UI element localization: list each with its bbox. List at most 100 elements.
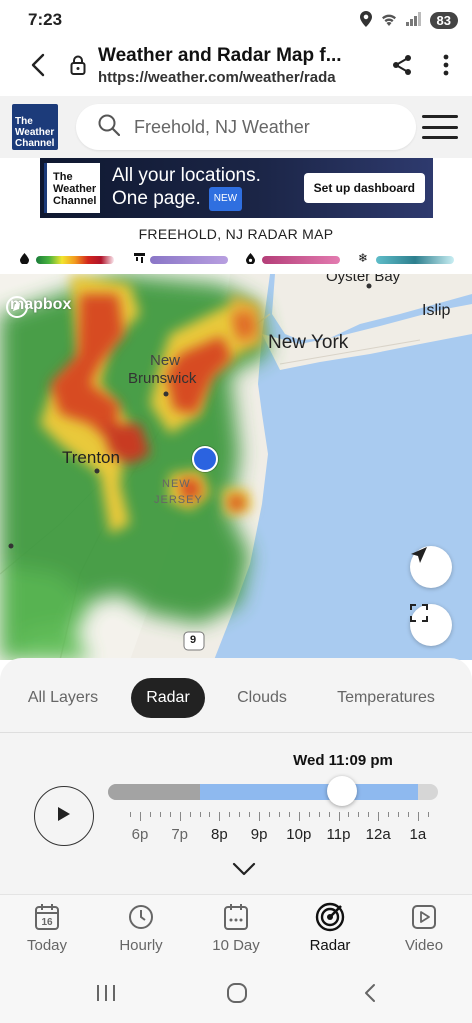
nav-10-day[interactable]: 10 Day [196,901,276,961]
timeline-hour-label: 11p [326,826,351,843]
timeline-tick [169,812,171,817]
timeline-hour-label: 12a [365,826,391,843]
site-header: The Weather Channel Freehold, NJ Weather [0,96,472,158]
current-location-marker[interactable] [192,446,218,472]
address-bar[interactable]: Weather and Radar Map f... https://weath… [96,45,380,86]
tab-radar[interactable]: Radar [131,678,205,718]
page-url: https://weather.com/weather/rada [98,68,336,86]
rain-drop-icon [20,253,29,267]
timeline-tick [209,812,211,817]
timeline-tick [278,812,280,817]
ad-logo: The Weather Channel [44,163,100,213]
timeline-played [108,784,201,800]
timeline-tick [229,812,231,817]
timeline-tick [398,812,400,817]
freezing-legend-bar [262,256,340,264]
timeline-tick [149,812,151,817]
home-icon[interactable] [217,980,257,1006]
current-time-label: Wed 11:09 pm [293,752,393,769]
map-label-oyster-bay: Oyster Bay [326,274,401,285]
tab-clouds[interactable]: Clouds [226,678,298,718]
nav-video[interactable]: Video [384,901,464,961]
menu-icon[interactable] [422,115,458,139]
timeline-hour-label: 10p [286,826,312,843]
timeline-tick [239,812,241,817]
chevron-down-icon[interactable] [232,862,256,881]
location-status-icon [359,10,372,30]
timeline-track[interactable] [108,784,438,800]
weather-channel-logo[interactable]: The Weather Channel [12,104,58,150]
bottom-nav: 16 Today Hourly 10 Day Radar Video [0,894,472,964]
nav-label-10-day: 10 Day [212,937,260,954]
nav-radar[interactable]: Radar [290,901,370,961]
timeline-tick [368,812,370,817]
map-label-trenton: Trenton [62,448,120,467]
tab-temperatures[interactable]: Temperatures [326,678,446,718]
wifi-icon [380,12,398,29]
set-up-dashboard-button[interactable]: Set up dashboard [303,173,425,203]
timeline-hour-label: 1a [409,826,427,843]
svg-text:16: 16 [41,917,53,928]
timeline-forecast [200,784,419,800]
battery-indicator: 83 [429,11,458,29]
route-shield-label: 9 [190,634,197,646]
nav-label-today: Today [26,937,68,954]
dashboard-ad-banner[interactable]: The Weather Channel All your locations. … [40,158,433,218]
timeline-thumb[interactable] [327,776,358,806]
timeline-tick [348,812,350,817]
timeline-hour-label: 7p [171,826,189,843]
lock-icon[interactable] [60,43,96,87]
mix-legend-bar [150,256,228,264]
nav-hourly[interactable]: Hourly [101,901,181,961]
nav-label-radar: Radar [309,937,351,954]
timeline-tick [388,812,390,817]
timeline-hour-label: 8p [211,826,228,843]
tab-all-layers[interactable]: All Layers [16,678,110,718]
precipitation-legend: ❄ [0,251,472,268]
radar-map-heading: FREEHOLD, NJ RADAR MAP [138,226,334,242]
nav-label-video: Video [404,937,444,954]
snowflake-icon: ❄ [358,251,369,265]
nav-today[interactable]: 16 Today [7,901,87,961]
play-button[interactable] [34,786,94,846]
timeline-tick [407,812,409,817]
ad-text: All your locations. One page. NEW [112,165,261,211]
back-icon[interactable] [16,43,60,87]
ad-headline-2: One page. NEW [112,187,261,211]
timeline-tick [259,812,261,821]
timeline-tick [140,812,141,821]
mapbox-logo: mapbox [6,296,71,318]
timeline-tick [338,812,340,821]
timeline-tick [189,812,191,817]
video-icon [411,901,437,933]
signal-icon [405,11,422,29]
nav-label-hourly: Hourly [119,937,163,954]
status-time: 7:23 [28,10,63,29]
recent-apps-icon[interactable] [86,980,126,1006]
timeline-tick [298,812,300,821]
radar-map[interactable]: mapbox Oyster Bay Islip New York New Bru… [0,274,472,660]
map-label-new-york: New York [268,332,349,353]
search-placeholder: Freehold, NJ Weather [134,116,310,137]
more-options-icon[interactable] [424,43,468,87]
timeline-hour-label: 9p [250,826,268,843]
timeline-hour-label: 6p [131,826,149,843]
snow-legend-bar [376,256,454,264]
timeline-ticks [120,812,430,822]
timeline-tick [179,812,181,821]
share-icon[interactable] [380,43,424,87]
timeline-tick [199,812,201,817]
search-icon [98,114,121,141]
ad-headline-1: All your locations. [112,165,261,186]
page-title: Weather and Radar Map f... [98,44,342,66]
system-back-icon[interactable] [350,980,390,1006]
layer-tabs: All Layers Radar Clouds Temperatures [0,678,472,718]
clock-icon [128,901,154,933]
play-icon [57,806,71,827]
location-search-input[interactable]: Freehold, NJ Weather [76,104,416,150]
timeline-tick [269,812,271,817]
locate-me-button[interactable] [410,546,452,588]
map-label-new-brunswick-2: Brunswick [128,370,197,387]
fullscreen-button[interactable] [410,604,452,646]
status-bar: 7:23 83 [0,0,472,40]
